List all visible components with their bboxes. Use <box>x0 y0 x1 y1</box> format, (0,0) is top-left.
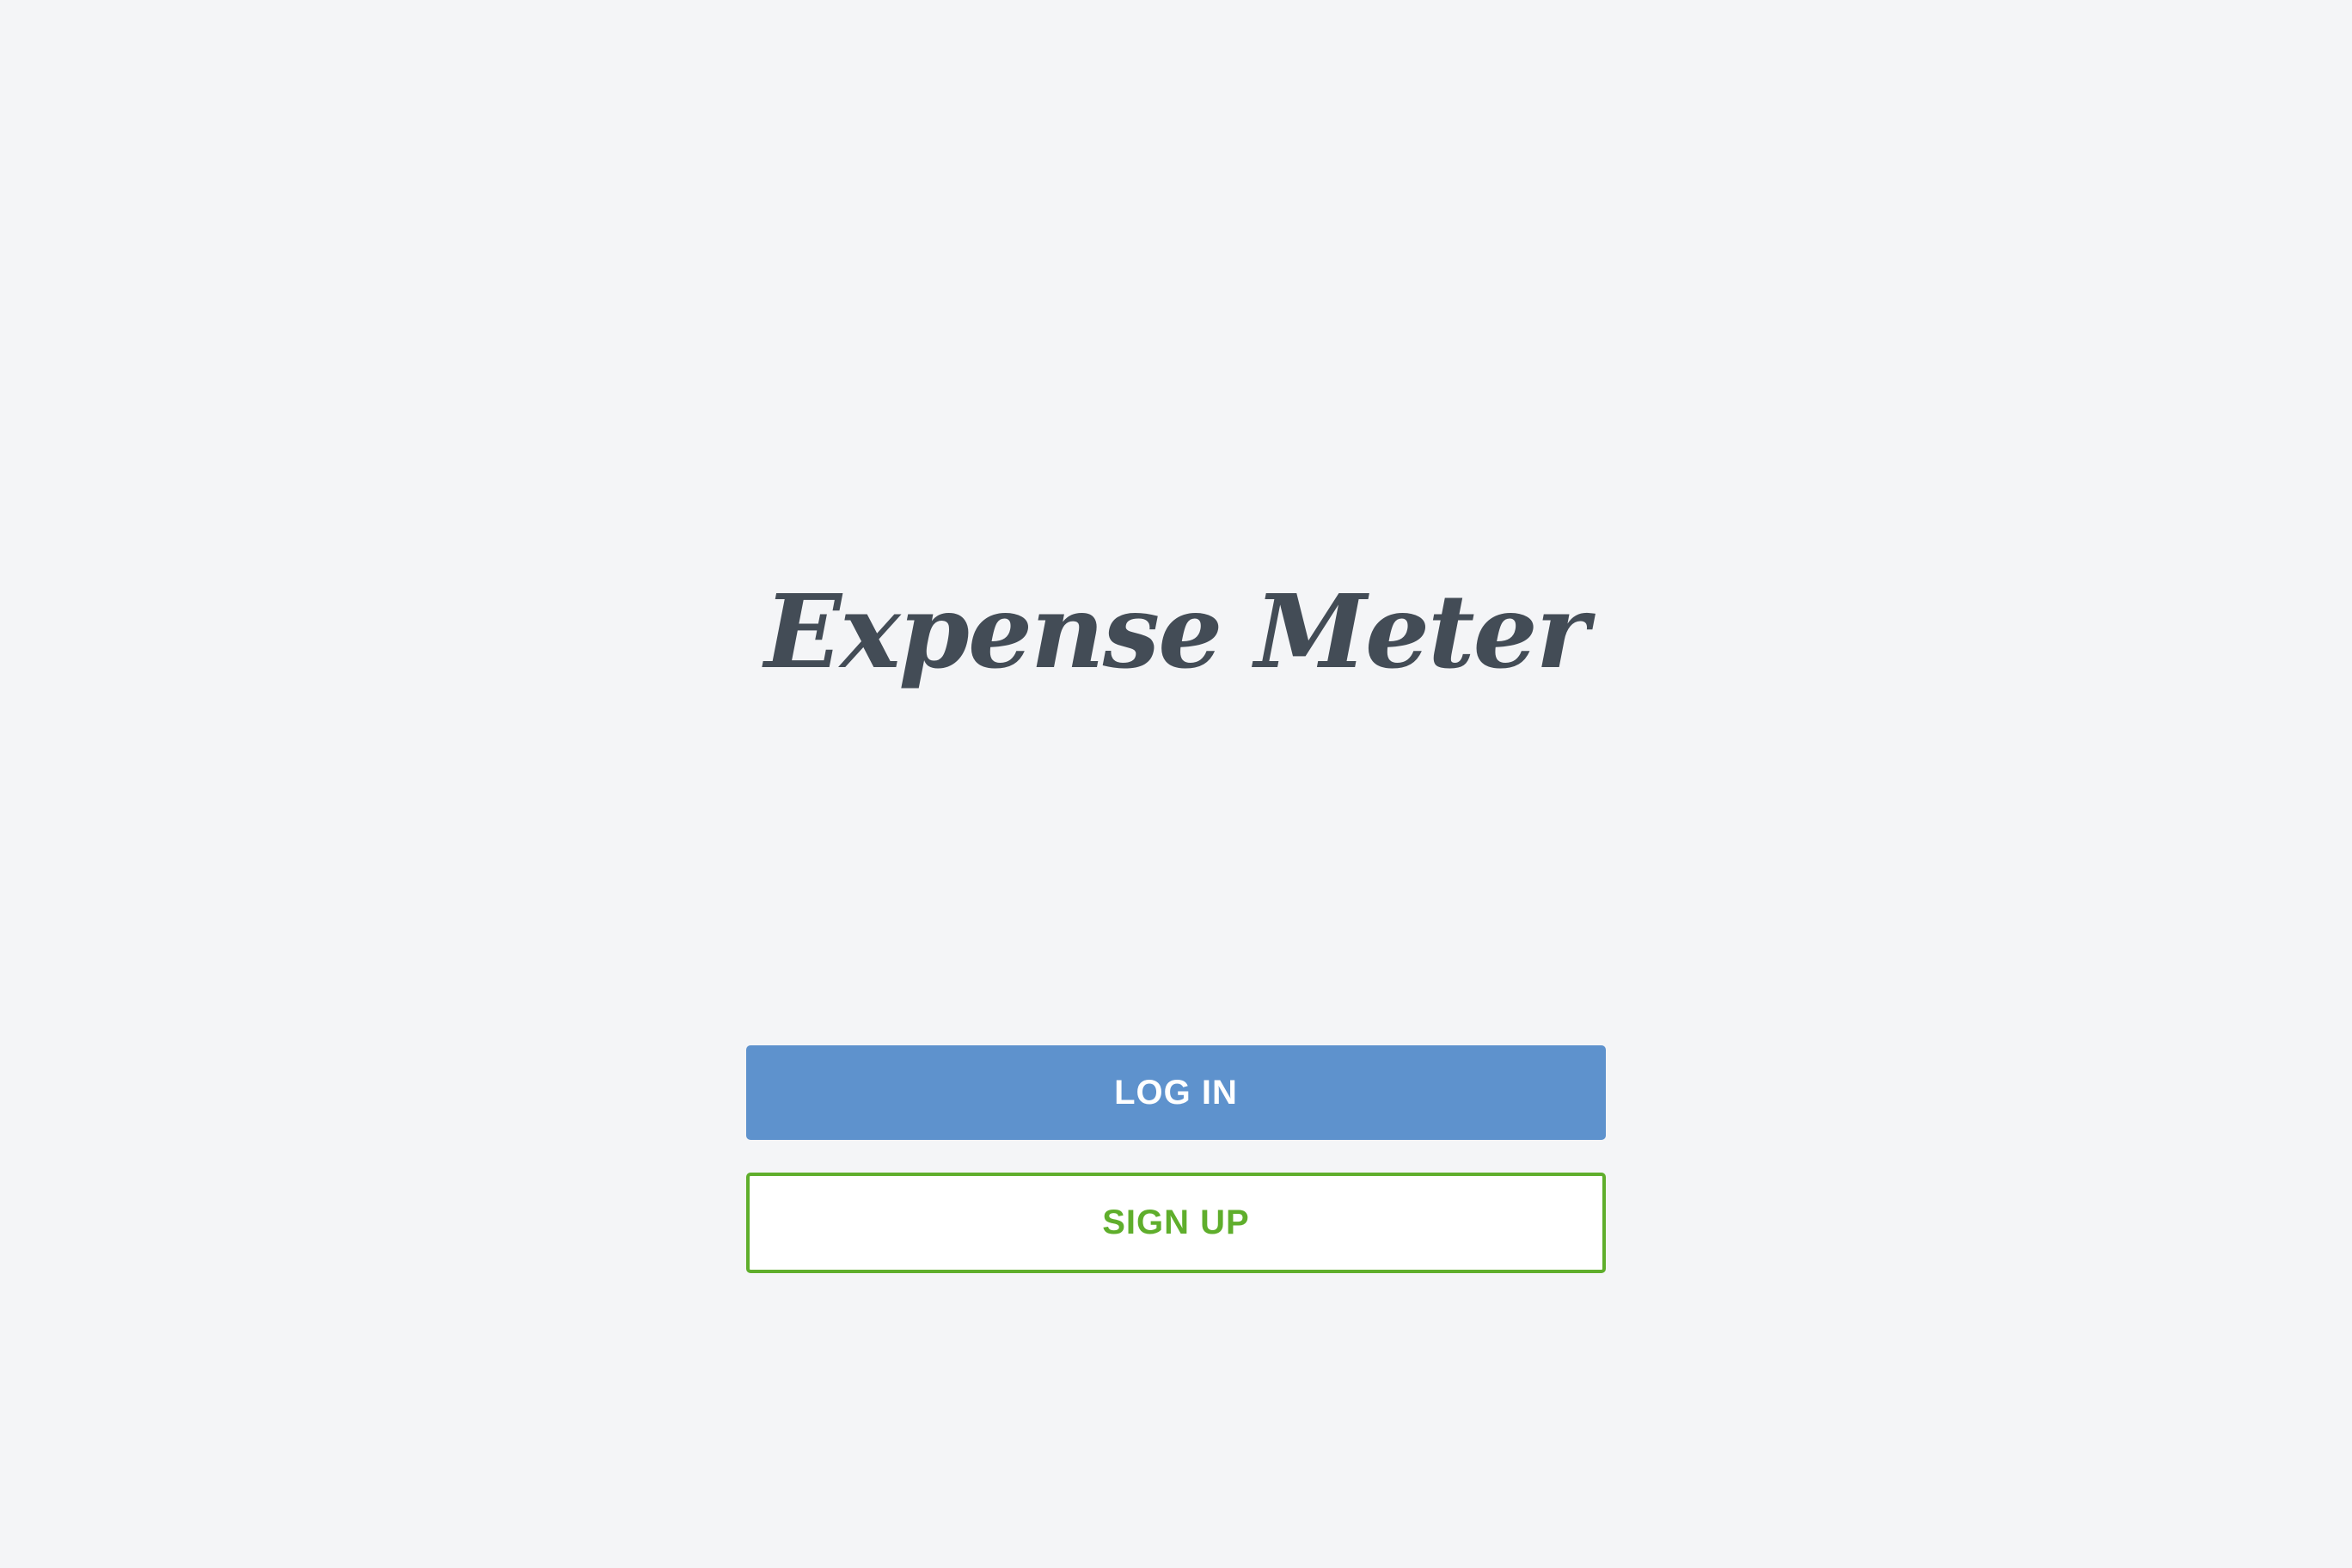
signup-button-label: SIGN UP <box>1102 1204 1250 1241</box>
app-logo: Expense Meter <box>764 572 1589 691</box>
welcome-screen: Expense Meter LOG IN SIGN UP <box>0 0 2352 1568</box>
signup-button[interactable]: SIGN UP <box>746 1173 1606 1273</box>
login-button[interactable]: LOG IN <box>746 1045 1606 1140</box>
login-button-label: LOG IN <box>1114 1073 1238 1112</box>
